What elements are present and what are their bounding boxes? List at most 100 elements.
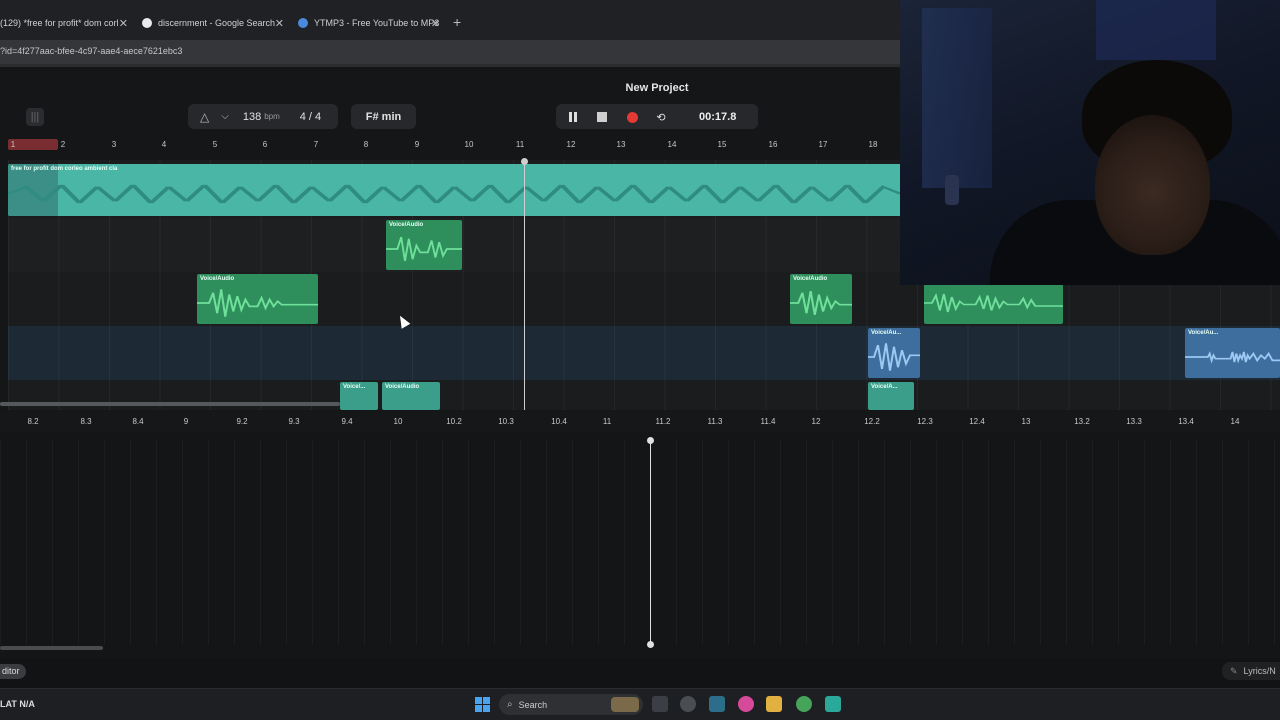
audio-clip-voice[interactable]: Voice/A... bbox=[868, 382, 914, 410]
stop-button[interactable] bbox=[595, 110, 609, 124]
taskbar-weather[interactable]: LAT N/A bbox=[0, 699, 35, 709]
ruler-tick: 2 bbox=[60, 140, 66, 149]
clip-label: free for profit dom corleo ambient cla bbox=[11, 166, 118, 172]
clip-label: Voice/Au... bbox=[1188, 330, 1219, 336]
waveform bbox=[386, 236, 462, 262]
chevron-down-icon[interactable]: ⌵ bbox=[221, 111, 229, 122]
tab-label: discernment - Google Search bbox=[158, 18, 276, 28]
horizontal-scrollbar[interactable] bbox=[0, 402, 340, 406]
editor-ruler-tick: 9.2 bbox=[236, 417, 248, 426]
ruler-tick: 1 bbox=[10, 140, 16, 149]
editor-ruler-tick: 12.4 bbox=[969, 417, 985, 426]
ruler-tick: 3 bbox=[111, 140, 117, 149]
editor-playhead[interactable] bbox=[650, 440, 651, 645]
editor-ruler-tick: 13 bbox=[1021, 417, 1031, 426]
loop-button[interactable]: ⟲ bbox=[654, 110, 668, 124]
tab-youtube[interactable]: (129) *free for profit* dom corl ✕ bbox=[0, 10, 128, 36]
chrome-icon[interactable] bbox=[796, 696, 812, 712]
new-tab-button[interactable]: + bbox=[453, 14, 461, 30]
ruler-tick: 15 bbox=[717, 140, 727, 149]
ruler-tick: 16 bbox=[768, 140, 778, 149]
tab-google[interactable]: discernment - Google Search ✕ bbox=[142, 10, 284, 36]
editor-ruler-tick: 8.2 bbox=[27, 417, 39, 426]
audio-clip-voice[interactable]: Voice/Audio bbox=[790, 274, 852, 324]
audio-clip-voice[interactable]: Voice/Audio bbox=[382, 382, 440, 410]
editor-ruler-tick: 10.4 bbox=[551, 417, 567, 426]
editor-ruler-tick: 8.4 bbox=[132, 417, 144, 426]
clip-label: Voice/Audio bbox=[385, 384, 420, 390]
file-explorer-icon[interactable] bbox=[766, 696, 782, 712]
background-light bbox=[1096, 0, 1216, 60]
ruler-tick: 5 bbox=[212, 140, 218, 149]
clip-label: Voice/Audio bbox=[793, 276, 828, 282]
task-view-icon[interactable] bbox=[652, 696, 668, 712]
close-tab-icon[interactable]: ✕ bbox=[431, 17, 440, 30]
editor-ruler-tick: 10.3 bbox=[498, 417, 514, 426]
loop-region-marker[interactable] bbox=[8, 139, 58, 150]
taskbar-search-label: Search bbox=[518, 699, 548, 710]
record-button[interactable] bbox=[625, 110, 639, 124]
audio-clip-voice[interactable]: Voice/Audio bbox=[197, 274, 318, 324]
app-icon[interactable] bbox=[709, 696, 725, 712]
time-signature[interactable]: 4 / 4 bbox=[300, 111, 321, 123]
ruler-tick: 10 bbox=[464, 140, 474, 149]
editor-grid[interactable] bbox=[0, 440, 1280, 645]
audio-clip-voice[interactable]: Voice/Au... bbox=[1185, 328, 1280, 378]
editor-ruler-tick: 12 bbox=[811, 417, 821, 426]
ruler-tick: 6 bbox=[262, 140, 268, 149]
close-tab-icon[interactable]: ✕ bbox=[119, 17, 128, 30]
taskbar-search[interactable]: ⌕ Search bbox=[499, 694, 643, 715]
ruler-tick: 18 bbox=[868, 140, 878, 149]
close-tab-icon[interactable]: ✕ bbox=[275, 17, 284, 30]
track-lane[interactable] bbox=[8, 326, 1280, 380]
ruler-tick: 14 bbox=[667, 140, 677, 149]
ruler-tick: 9 bbox=[414, 140, 420, 149]
audio-clip-voice[interactable]: Voice/Audio bbox=[386, 220, 462, 270]
address-bar[interactable]: ?id=4f277aac-bfee-4c97-aae4-aece7621ebc3 bbox=[0, 40, 900, 64]
record-icon bbox=[626, 111, 638, 123]
editor-ruler-tick: 9.4 bbox=[341, 417, 353, 426]
editor-ruler-tick: 10 bbox=[393, 417, 403, 426]
bpm-value[interactable]: 138 bbox=[243, 111, 261, 123]
lyrics-tab[interactable]: ✎ Lyrics/N bbox=[1222, 662, 1280, 680]
key-button[interactable]: F# min bbox=[351, 104, 416, 129]
waveform bbox=[8, 184, 901, 204]
metronome-icon[interactable]: △ bbox=[200, 110, 209, 124]
editor-ruler-tick: 11.3 bbox=[707, 417, 723, 426]
playhead[interactable] bbox=[524, 160, 525, 410]
project-title[interactable]: New Project bbox=[626, 82, 689, 94]
editor-ruler-tick: 12.2 bbox=[864, 417, 880, 426]
windows-start-icon[interactable] bbox=[475, 697, 490, 712]
playhead-handle[interactable] bbox=[521, 158, 528, 165]
time-display: 00:17.8 bbox=[699, 111, 737, 123]
editor-playhead-handle[interactable] bbox=[647, 437, 654, 444]
editor-ruler-tick: 12.3 bbox=[917, 417, 933, 426]
editor-ruler-tick: 14 bbox=[1230, 417, 1240, 426]
editor-scrollbar[interactable] bbox=[0, 646, 103, 650]
audio-clip-voice[interactable]: Voice/... bbox=[340, 382, 378, 410]
tab-label: (129) *free for profit* dom corl bbox=[0, 18, 119, 28]
timeline-ruler[interactable] bbox=[0, 138, 900, 152]
app-icon[interactable] bbox=[825, 696, 841, 712]
pause-button[interactable] bbox=[566, 110, 580, 124]
copilot-icon[interactable] bbox=[738, 696, 754, 712]
piano-keys-icon[interactable]: ||| bbox=[26, 108, 44, 126]
editor-ruler-tick: 11.4 bbox=[760, 417, 776, 426]
audio-clip-voice[interactable]: Voice/Au... bbox=[868, 328, 920, 378]
editor-tab[interactable]: ditor bbox=[0, 664, 26, 679]
audio-clip-beat[interactable]: free for profit dom corleo ambient cla bbox=[8, 164, 901, 216]
chrome-divider bbox=[0, 64, 900, 67]
search-highlight-icon bbox=[611, 697, 639, 712]
stop-icon bbox=[597, 112, 607, 122]
ruler-tick: 17 bbox=[818, 140, 828, 149]
microphone-icon bbox=[945, 175, 959, 205]
editor-ruler-tick: 13.2 bbox=[1074, 417, 1090, 426]
webcam-overlay bbox=[900, 0, 1280, 285]
key-value: F# min bbox=[365, 110, 402, 123]
4k-app-icon[interactable] bbox=[680, 696, 696, 712]
tab-ytmp3[interactable]: YTMP3 - Free YouTube to MP3 ✕ bbox=[298, 10, 440, 36]
audio-clip-voice[interactable] bbox=[924, 284, 1063, 324]
ruler-tick: 4 bbox=[161, 140, 167, 149]
editor-playhead-handle[interactable] bbox=[647, 641, 654, 648]
clip-label: Voice/Audio bbox=[200, 276, 235, 282]
